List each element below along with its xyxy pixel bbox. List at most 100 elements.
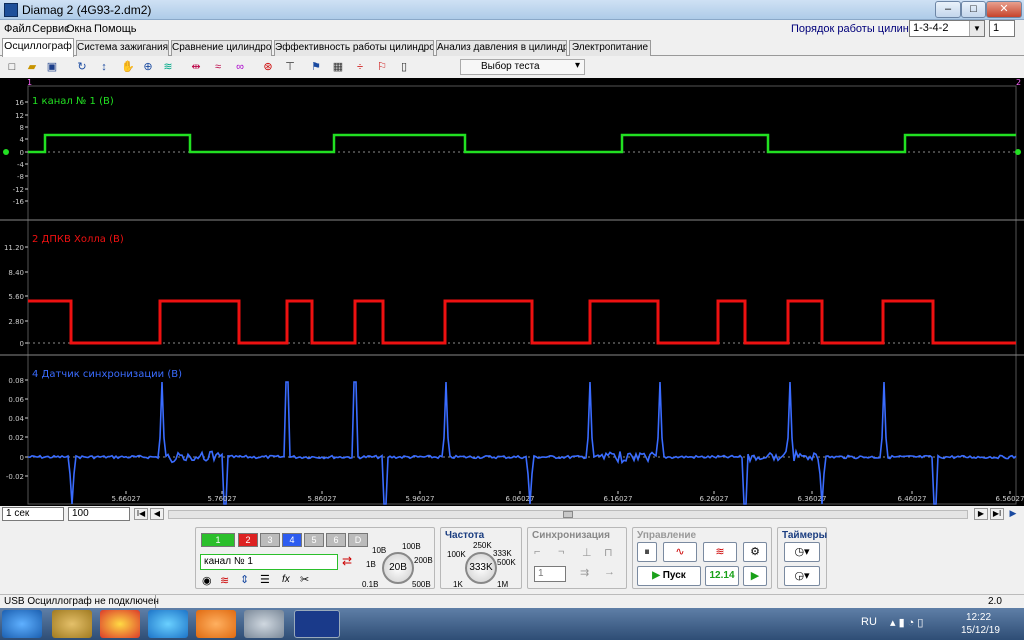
- maximize-button[interactable]: □: [961, 1, 986, 18]
- oscilloscope-plot[interactable]: 1 21 канал № 1 (В)1612840-4-8-12-162 ДПКВ…: [0, 78, 1024, 506]
- tray-icons[interactable]: ▴ ▮ ◔ ▯: [890, 616, 923, 629]
- overlay-icon[interactable]: ∞: [232, 59, 248, 75]
- swap-icon[interactable]: ⇄: [342, 554, 358, 570]
- app-window-icon[interactable]: [244, 610, 284, 638]
- lines-icon[interactable]: ☰: [260, 573, 270, 586]
- open-folder-icon[interactable]: ▰: [24, 59, 40, 75]
- filter-icon[interactable]: ≋: [160, 59, 176, 75]
- diamag-task-icon[interactable]: [294, 610, 340, 638]
- app-icon: [4, 3, 18, 17]
- channel-button-1[interactable]: 1: [201, 533, 235, 547]
- tab-power[interactable]: Электропитание: [569, 40, 651, 56]
- y-tick-label: -4: [17, 161, 25, 169]
- menu-file[interactable]: Файл: [4, 23, 31, 35]
- scale-select[interactable]: 100: [68, 507, 130, 521]
- channel-button-d[interactable]: D: [348, 533, 368, 547]
- amplitude-knob[interactable]: 20В: [382, 552, 414, 584]
- signal-icon[interactable]: ≋: [220, 574, 229, 587]
- prev-button[interactable]: ◀: [150, 508, 164, 520]
- menu-windows[interactable]: Окна: [66, 23, 92, 35]
- new-file-icon[interactable]: □: [4, 59, 20, 75]
- test-select[interactable]: Выбор теста ▾: [460, 59, 585, 75]
- menu-service[interactable]: Сервис: [32, 23, 70, 35]
- time-scrollbar[interactable]: [168, 510, 968, 519]
- minimize-button[interactable]: –: [935, 1, 961, 18]
- explorer-icon[interactable]: [52, 610, 92, 638]
- rise-edge-icon[interactable]: ⌐: [534, 546, 540, 558]
- tab-oscilloscope[interactable]: Осциллограф: [2, 38, 74, 57]
- freq-label-500k: 500K: [497, 558, 516, 567]
- page-icon[interactable]: ▯: [396, 59, 412, 75]
- flag-icon[interactable]: ⚐: [374, 59, 390, 75]
- channel-button-4[interactable]: 4: [282, 533, 302, 547]
- channel-name-field[interactable]: канал № 1: [200, 554, 338, 570]
- hand-icon[interactable]: ✋: [120, 59, 136, 75]
- auto-settings-icon[interactable]: ⚙: [743, 542, 767, 562]
- grid-icon[interactable]: ▦: [330, 59, 346, 75]
- channel-button-2[interactable]: 2: [238, 533, 258, 547]
- loop-icon[interactable]: ↻: [74, 59, 90, 75]
- zoom-icon[interactable]: ⊕: [140, 59, 156, 75]
- play-icon[interactable]: ▶: [1006, 508, 1020, 520]
- markers-icon[interactable]: ⚑: [308, 59, 324, 75]
- start-menu-button[interactable]: [2, 610, 42, 638]
- sync-group: Синхронизация ⌐ ¬ ⊥ ⊓ 1 ⇉ →: [527, 527, 627, 589]
- tab-pressure-analysis[interactable]: Анализ давления в цилиндре: [436, 40, 567, 56]
- cylinder-order-select[interactable]: 1-3-4-2 ▼: [909, 20, 985, 37]
- sine-wave-button[interactable]: ∿: [663, 542, 697, 562]
- pulse-icon[interactable]: ⊥: [582, 546, 592, 559]
- timebase-row: 1 сек 100 I◀ ◀ ▶ ▶I ▶: [0, 507, 1024, 521]
- freq-label-250k: 250K: [473, 541, 492, 550]
- tab-cylinder-efficiency[interactable]: Эффективность работы цилиндров: [274, 40, 434, 56]
- timer-button-1[interactable]: ◷▾: [784, 542, 820, 562]
- function-icon[interactable]: fx: [282, 574, 290, 585]
- waves-icon[interactable]: ≈: [210, 59, 226, 75]
- timer-button-2[interactable]: ◶▾: [784, 566, 820, 586]
- status-text: USB Осциллограф не подключен: [4, 596, 159, 607]
- fall-edge-icon[interactable]: ¬: [558, 546, 564, 558]
- sync-channel-select[interactable]: 1: [534, 566, 566, 582]
- tab-ignition[interactable]: Система зажигания: [76, 40, 169, 56]
- sync-arrows-icon[interactable]: ⇉: [580, 566, 589, 579]
- first-button[interactable]: I◀: [134, 508, 148, 520]
- chevron-down-icon: ▼: [969, 21, 984, 36]
- timebase-select[interactable]: 1 сек: [2, 507, 64, 521]
- oscilloscope-area[interactable]: 121 канал № 1 (В) 16 12 8 4 0 -4 -8 -12 -16 2 ДПКВ…: [0, 78, 1024, 506]
- pause-button[interactable]: ⏸: [637, 542, 657, 562]
- scroll-thumb[interactable]: [563, 511, 573, 518]
- channel-button-5[interactable]: 5: [304, 533, 324, 547]
- chrome-icon[interactable]: [100, 610, 140, 638]
- close-button[interactable]: ✕: [986, 1, 1022, 18]
- tab-cylinder-compare[interactable]: Сравнение цилиндров: [171, 40, 272, 56]
- sync-move-icon[interactable]: →: [604, 566, 615, 578]
- channel-button-6[interactable]: 6: [326, 533, 346, 547]
- y-tick-label: 0: [20, 454, 24, 462]
- tools-icon[interactable]: ✂: [300, 573, 309, 586]
- auto-play-icon[interactable]: ▶: [743, 566, 767, 586]
- next-button[interactable]: ▶: [974, 508, 988, 520]
- noise-wave-button[interactable]: ≋: [703, 542, 737, 562]
- cursor-icon[interactable]: ↕: [96, 59, 112, 75]
- split-icon[interactable]: ÷: [352, 59, 368, 75]
- control-title: Управление: [637, 530, 697, 541]
- start-button[interactable]: ▶ Пуск: [637, 566, 701, 586]
- channel-button-3[interactable]: 3: [260, 533, 280, 547]
- cylinder-spin[interactable]: 1: [989, 20, 1015, 37]
- language-indicator[interactable]: RU: [861, 616, 877, 628]
- media-player-icon[interactable]: [196, 610, 236, 638]
- vertical-arrows-icon[interactable]: ⇕: [240, 573, 249, 586]
- last-button[interactable]: ▶I: [990, 508, 1004, 520]
- scale-x-icon[interactable]: ⇹: [188, 59, 204, 75]
- zero-icon[interactable]: ⊤: [282, 59, 298, 75]
- y-tick-label: 4: [20, 136, 25, 144]
- x-tick-label: 5.66027: [112, 495, 141, 503]
- auto-icon[interactable]: ⊛: [260, 59, 276, 75]
- save-icon[interactable]: ▣: [44, 59, 60, 75]
- y-tick-label: 0.02: [8, 434, 24, 442]
- chevron-down-icon: ▾: [574, 60, 580, 71]
- y-tick-label: 12: [15, 112, 24, 120]
- auto-sync-icon[interactable]: ⊓: [604, 546, 613, 559]
- ie-icon[interactable]: [148, 610, 188, 638]
- eye-icon[interactable]: ◉: [202, 574, 212, 587]
- menu-help[interactable]: Помощь: [94, 23, 137, 35]
